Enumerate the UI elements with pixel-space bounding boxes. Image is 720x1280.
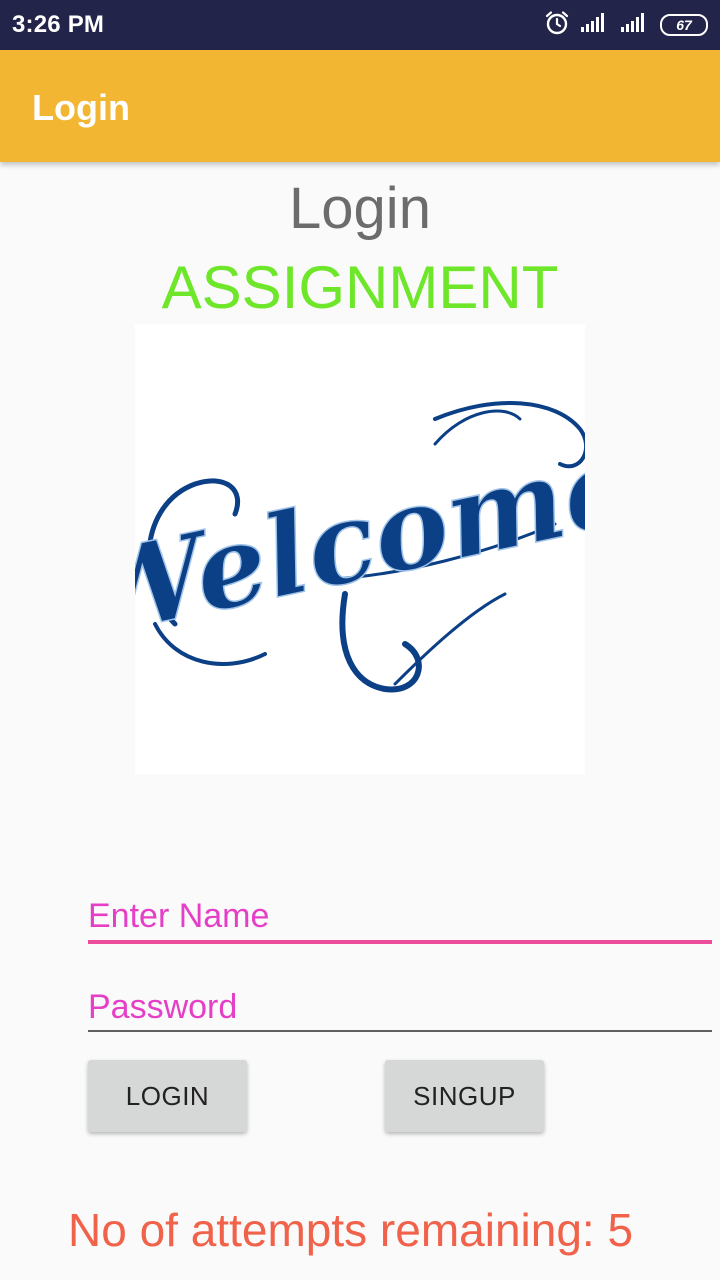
- alarm-icon: [544, 10, 570, 41]
- login-button[interactable]: LOGIN: [88, 1060, 247, 1132]
- login-screen: 3:26 PM 67 Login Login ASSIGNMENT Welcom…: [0, 0, 720, 1280]
- signal-icon: [580, 12, 610, 39]
- signup-button[interactable]: SINGUP: [385, 1060, 544, 1132]
- welcome-image: Welcome: [135, 324, 585, 774]
- status-icons: 67: [544, 10, 708, 40]
- app-bar: Login: [0, 50, 720, 162]
- name-field[interactable]: [88, 892, 712, 944]
- attempts-remaining-text: No of attempts remaining: 5: [68, 1203, 720, 1257]
- signal-icon: [620, 12, 650, 39]
- page-subtitle: ASSIGNMENT: [161, 254, 559, 321]
- attempts-label: No of attempts remaining: 5: [68, 1204, 634, 1256]
- status-time: 3:26 PM: [12, 11, 105, 38]
- battery-icon: 67: [660, 14, 708, 36]
- app-bar-title: Login: [32, 87, 130, 128]
- status-bar: 3:26 PM 67: [0, 0, 720, 50]
- battery-level: 67: [676, 17, 692, 33]
- page-title: Login: [289, 176, 431, 241]
- password-input[interactable]: [88, 984, 712, 1032]
- welcome-script-text: Welcome: [135, 418, 585, 663]
- password-field[interactable]: [88, 984, 712, 1032]
- name-input[interactable]: [88, 892, 712, 944]
